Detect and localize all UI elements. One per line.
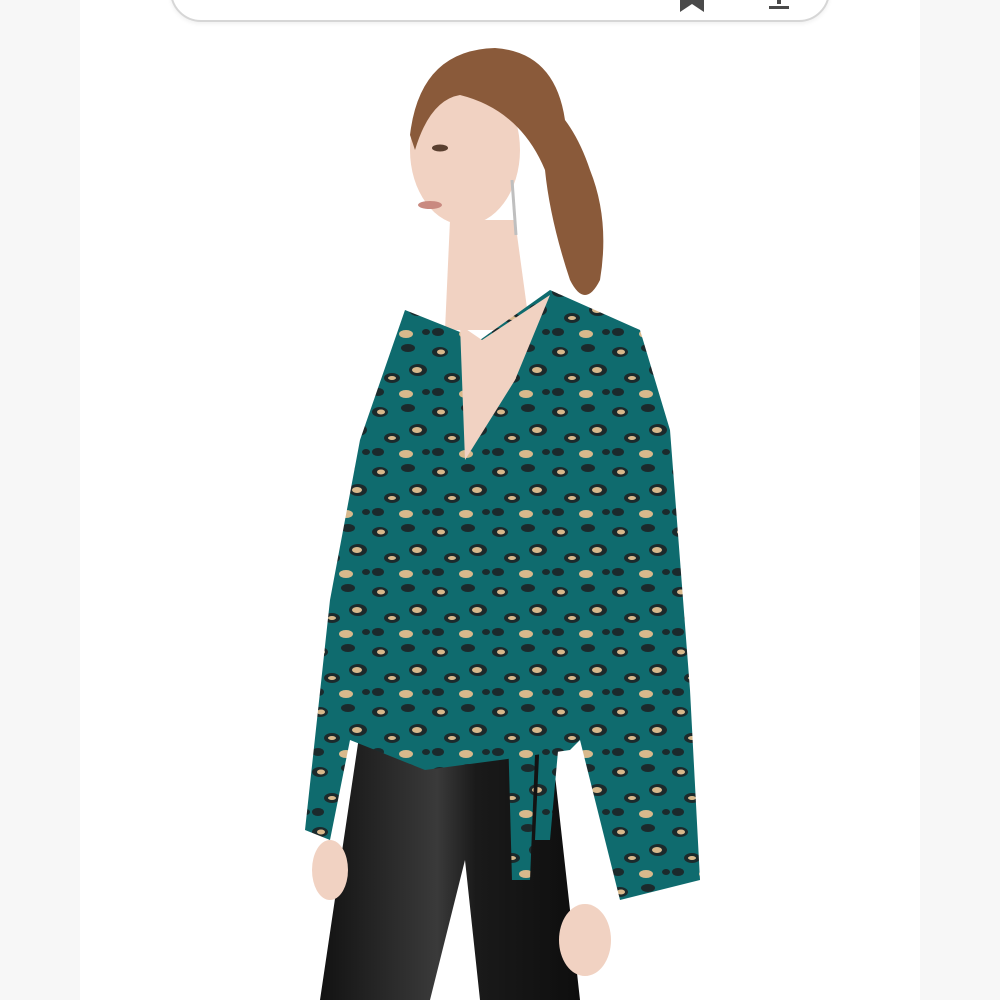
- share-icon[interactable]: [767, 0, 791, 12]
- product-photo: [305, 48, 700, 1000]
- viewer-left-gutter: [0, 0, 80, 1000]
- search-bar[interactable]: [170, 0, 830, 22]
- product-image-viewer: [0, 0, 1000, 1000]
- viewer-right-gutter: [920, 0, 1000, 1000]
- bookmark-icon[interactable]: [677, 0, 707, 12]
